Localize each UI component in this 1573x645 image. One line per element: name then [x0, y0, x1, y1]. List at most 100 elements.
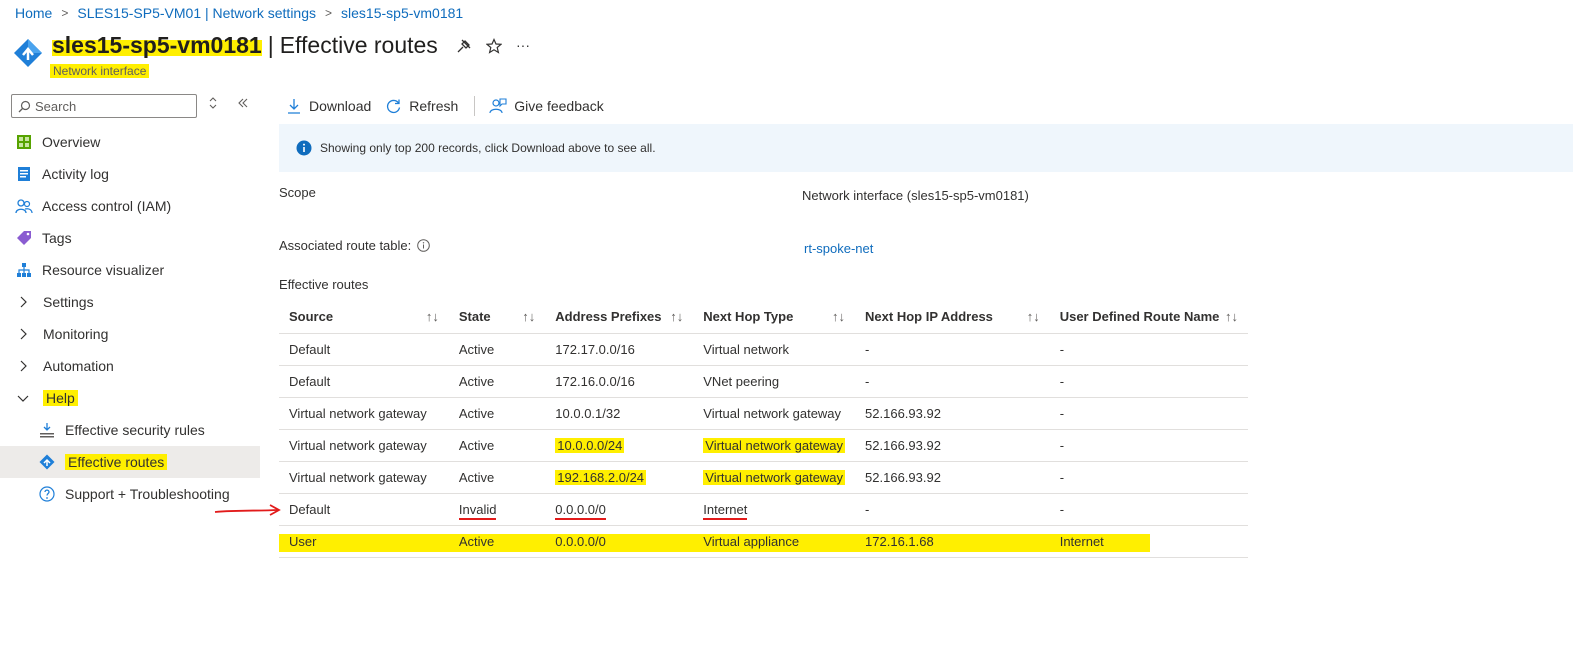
cell-address-prefix: 172.17.0.0/16 [545, 333, 694, 366]
cell-state: Active [448, 333, 546, 366]
cell-next-hop-type: VNet peering [693, 365, 856, 398]
section-title: Effective routes [279, 277, 369, 292]
column-header-udr-name[interactable]: User Defined Route Name ↑↓ [1049, 300, 1248, 334]
collapse-sidebar-icon[interactable] [237, 96, 249, 113]
sidebar-group-monitoring[interactable]: Monitoring [0, 318, 260, 350]
sidebar-item-label: Support + Troubleshooting [65, 486, 230, 502]
sidebar-item-effective-security-rules[interactable]: Effective security rules [0, 414, 260, 446]
cell-next-hop-ip: 52.166.93.92 [855, 397, 1050, 430]
cell-udr-name: - [1049, 461, 1248, 494]
column-header-next-hop-type[interactable]: Next Hop Type ↑↓ [693, 300, 856, 334]
column-header-next-hop-ip[interactable]: Next Hop IP Address ↑↓ [855, 300, 1050, 334]
info-circle-icon[interactable] [417, 239, 431, 252]
search-icon [18, 100, 31, 112]
highlighted-value: 192.168.2.0/24 [555, 469, 647, 485]
sort-icon[interactable]: ↑↓ [670, 309, 683, 324]
table-row: Virtual network gateway Active 192.168.2… [279, 461, 1248, 494]
sidebar-item-resource-visualizer[interactable]: Resource visualizer [0, 254, 260, 286]
sidebar-item-label: Access control (IAM) [42, 198, 172, 214]
cell-next-hop-type: Virtual network gateway [693, 429, 856, 462]
cell-state: Active [448, 461, 546, 494]
chevron-right-icon: > [325, 6, 333, 20]
sort-icon[interactable]: ↑↓ [1225, 309, 1238, 324]
cell-next-hop-type: Virtual network gateway [693, 461, 856, 494]
sidebar-item-label: Resource visualizer [42, 262, 165, 278]
cell-address-prefix: 172.16.0.0/16 [545, 365, 694, 398]
scope-value: Network interface (sles15-sp5-vm0181) [802, 188, 1029, 203]
breadcrumb-current[interactable]: sles15-sp5-vm0181 [341, 5, 463, 21]
favorite-star-icon[interactable] [485, 38, 503, 59]
sort-icon[interactable]: ↑↓ [832, 309, 845, 324]
sidebar-group-help[interactable]: Help [0, 382, 260, 414]
sidebar-item-label: Help [43, 390, 78, 406]
cell-source: Virtual network gateway [279, 397, 449, 430]
sidebar-item-activity-log[interactable]: Activity log [0, 158, 260, 190]
cell-source: User [279, 525, 449, 558]
info-icon [296, 140, 312, 156]
cell-next-hop-ip: - [855, 365, 1050, 398]
refresh-label: Refresh [409, 98, 459, 114]
more-options-icon[interactable]: ··· [516, 38, 530, 59]
cell-udr-name: Internet [1049, 525, 1248, 558]
cell-state: Active [448, 397, 546, 430]
resource-type: Network interface [50, 64, 150, 78]
sidebar-item-label: Effective routes [65, 454, 168, 470]
column-header-address-prefixes[interactable]: Address Prefixes ↑↓ [545, 300, 694, 334]
effective-routes-table: Source ↑↓ State ↑↓ Address Prefixes ↑↓ Next… [279, 300, 1248, 558]
cell-address-prefix: 0.0.0.0/0 [545, 493, 694, 526]
pin-icon[interactable] [456, 38, 472, 59]
sidebar-item-label: Tags [42, 230, 72, 246]
cell-state: Active [448, 429, 546, 462]
table-row: Default Invalid 0.0.0.0/0 Internet - - [279, 493, 1248, 526]
cell-source: Virtual network gateway [279, 429, 449, 462]
sidebar-item-overview[interactable]: Overview [0, 126, 260, 158]
overview-icon [15, 133, 33, 151]
chevron-right-icon [14, 325, 32, 343]
search-input-placeholder: Search [35, 98, 77, 114]
tag-icon [15, 229, 33, 247]
cell-source: Default [279, 333, 449, 366]
route-table-link[interactable]: rt-spoke-net [804, 241, 873, 256]
sidebar-group-settings[interactable]: Settings [0, 286, 260, 318]
download-icon [288, 99, 300, 114]
sidebar-item-label: Overview [42, 134, 101, 150]
chevron-right-icon [14, 357, 32, 375]
refresh-button[interactable]: Refresh [385, 98, 458, 115]
cell-source: Default [279, 493, 449, 526]
table-row: User Active 0.0.0.0/0 Virtual appliance … [279, 525, 1248, 558]
sort-icon[interactable]: ↑↓ [1027, 309, 1040, 324]
download-button[interactable]: Download [286, 98, 371, 114]
cell-udr-name: - [1049, 493, 1248, 526]
sort-icon[interactable]: ↑↓ [426, 309, 439, 324]
feedback-label: Give feedback [514, 98, 604, 114]
annotation-arrow-icon [214, 504, 281, 516]
feedback-icon [489, 98, 507, 114]
toolbar-divider [474, 96, 476, 116]
give-feedback-button[interactable]: Give feedback [489, 98, 604, 114]
column-header-state[interactable]: State ↑↓ [448, 300, 546, 334]
page-title: sles15-sp5-vm0181 | Effective routes [52, 32, 438, 59]
sidebar-item-effective-routes[interactable]: Effective routes [0, 446, 260, 478]
cell-next-hop-ip: - [855, 333, 1050, 366]
sidebar-item-label: Effective security rules [65, 422, 205, 438]
sidebar-item-iam[interactable]: Access control (IAM) [0, 190, 260, 222]
underlined-value: Internet [703, 501, 748, 520]
sidebar-item-label: Automation [43, 358, 114, 374]
cell-address-prefix: 10.0.0.0/24 [545, 429, 694, 462]
sidebar-group-automation[interactable]: Automation [0, 350, 260, 382]
sort-toggle-icon[interactable] [208, 96, 218, 113]
table-row: Virtual network gateway Active 10.0.0.0/… [279, 429, 1248, 462]
breadcrumb-network-settings[interactable]: SLES15-SP5-VM01 | Network settings [77, 5, 316, 21]
column-header-source[interactable]: Source ↑↓ [279, 300, 449, 334]
sidebar-item-tags[interactable]: Tags [0, 222, 260, 254]
breadcrumb-home[interactable]: Home [15, 5, 52, 21]
route-table-icon [13, 38, 43, 68]
cell-next-hop-ip: - [855, 493, 1050, 526]
cell-state: Invalid [448, 493, 546, 526]
sort-icon[interactable]: ↑↓ [522, 309, 535, 324]
sidebar-search[interactable]: Search [11, 94, 197, 118]
refresh-icon [387, 99, 401, 113]
cell-next-hop-type: Virtual network [693, 333, 856, 366]
underlined-value: Invalid [458, 501, 497, 520]
route-table-label-group: Associated route table: [279, 238, 431, 253]
